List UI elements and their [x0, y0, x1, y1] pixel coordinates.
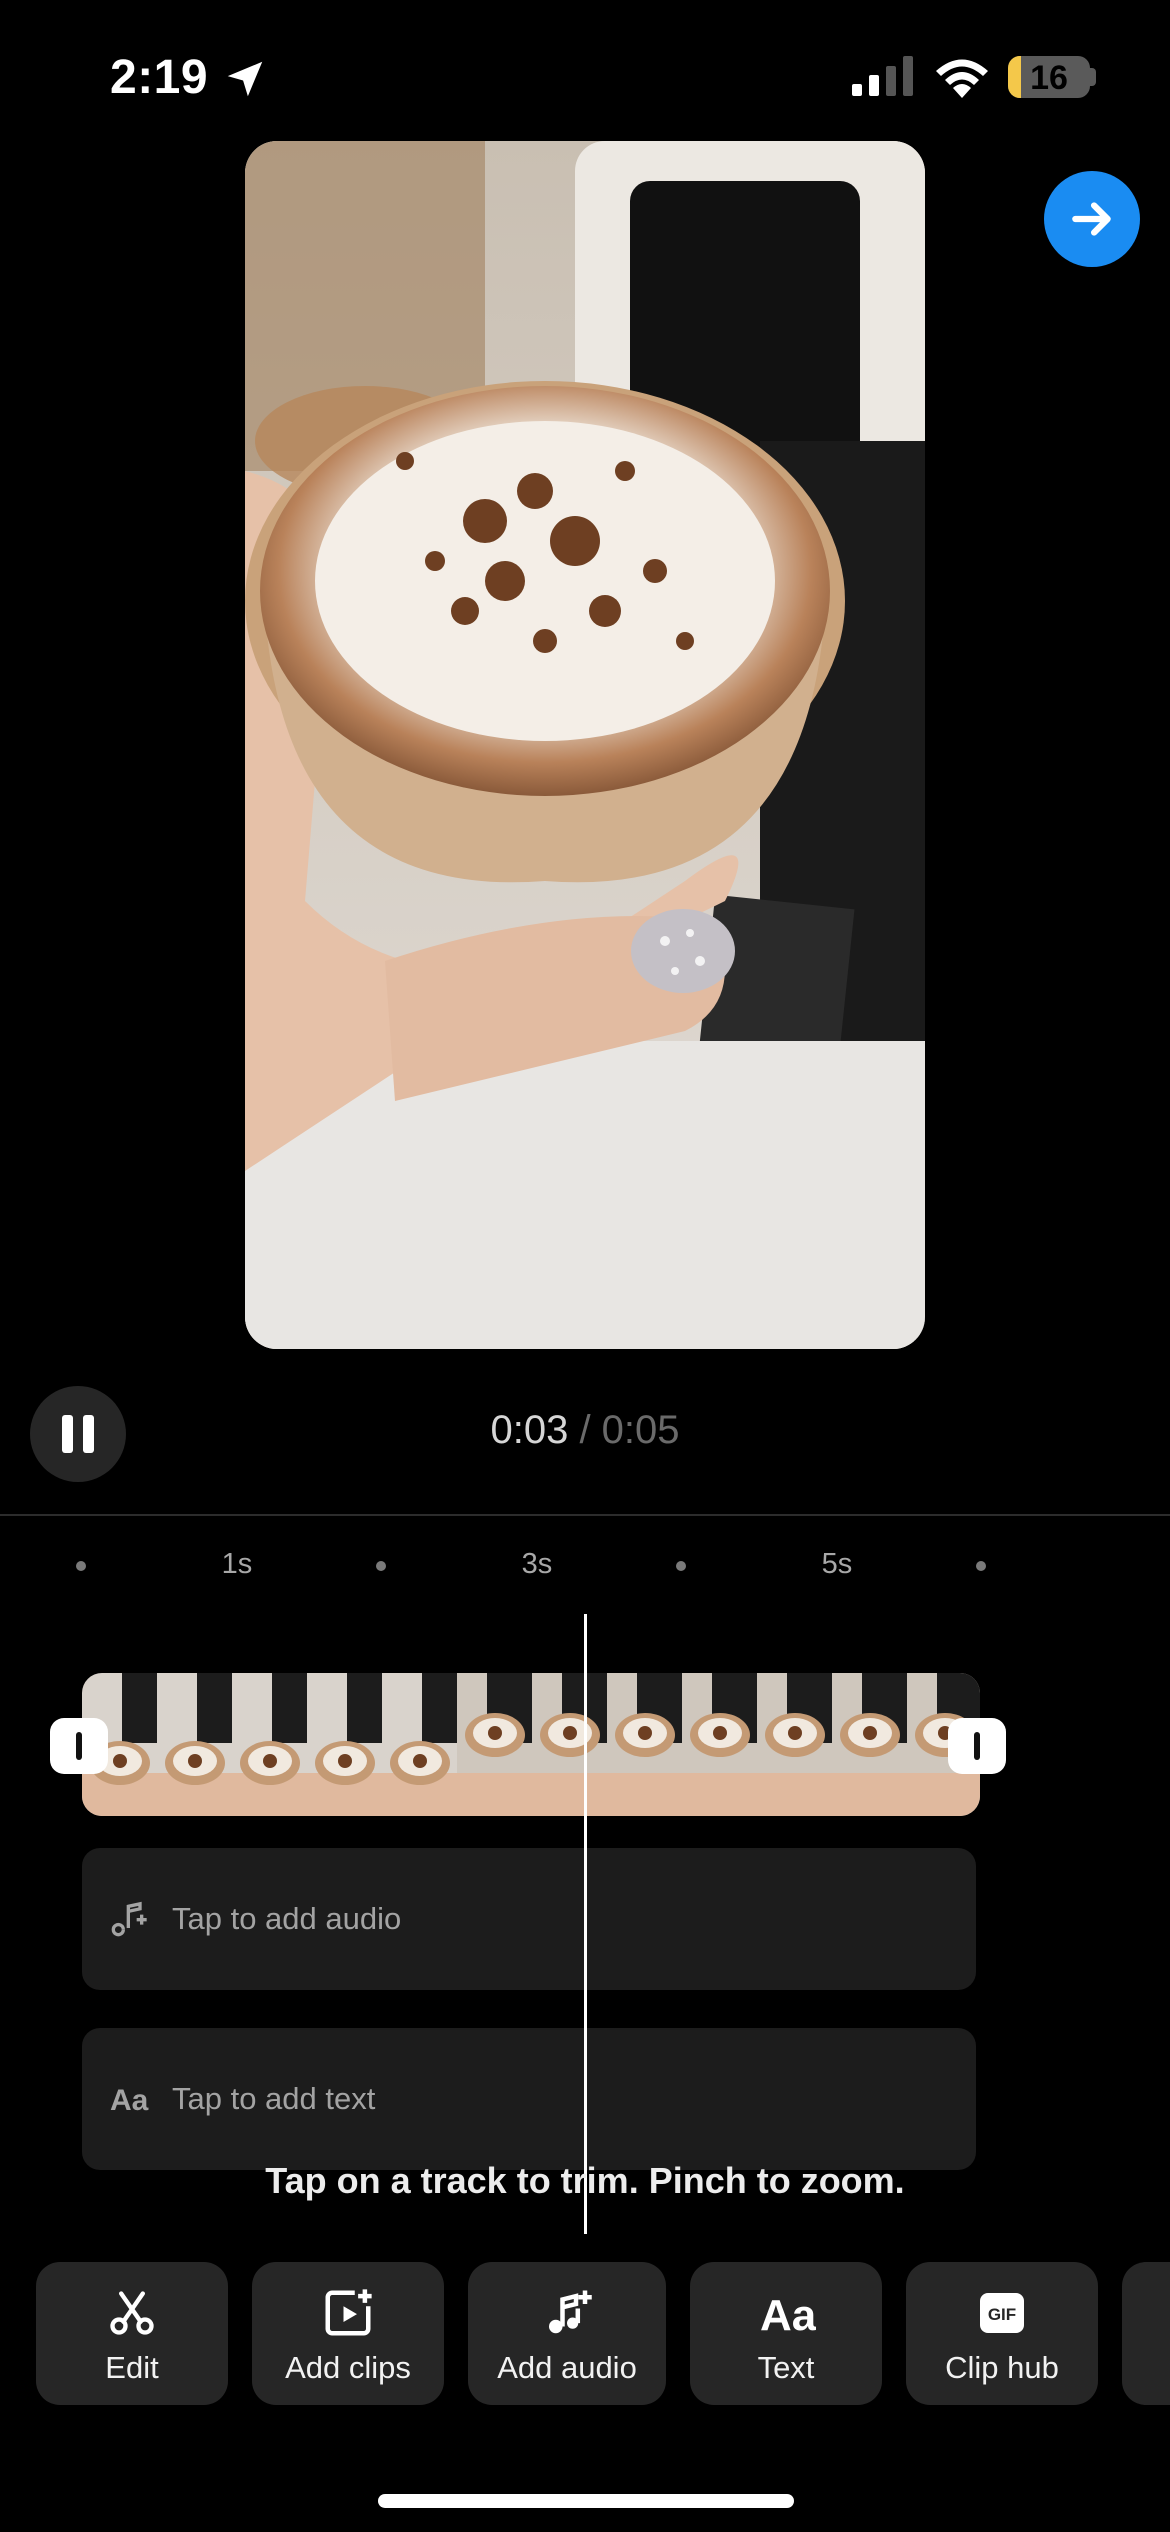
add-clips-label: Add clips: [285, 2350, 411, 2385]
audio-track[interactable]: Tap to add audio: [82, 1848, 976, 1990]
clip-thumbnail-frame: [607, 1673, 683, 1816]
more-tool-button[interactable]: [1122, 2262, 1170, 2405]
next-button[interactable]: [1044, 171, 1140, 267]
ruler-label-5s: 5s: [821, 1548, 853, 1580]
battery-icon: 16: [1008, 56, 1090, 98]
video-preview[interactable]: [245, 141, 925, 1349]
ruler-label-3s: 3s: [521, 1548, 553, 1580]
home-indicator: [378, 2494, 794, 2508]
audio-track-placeholder: Tap to add audio: [172, 1901, 402, 1936]
battery-nub: [1090, 68, 1096, 86]
ruler-dot: [376, 1561, 386, 1571]
ruler-label-1s: 1s: [221, 1548, 253, 1580]
svg-text:Aa: Aa: [760, 2291, 816, 2340]
gif-icon: GIF: [980, 2293, 1024, 2333]
text-track-placeholder: Tap to add text: [172, 2081, 376, 2116]
add-audio-button[interactable]: Add audio: [468, 2262, 666, 2405]
wifi-icon: [936, 59, 988, 98]
clip-thumbnail-frame: [382, 1673, 458, 1816]
playhead[interactable]: [584, 1614, 587, 2234]
add-audio-label: Add audio: [497, 2350, 637, 2385]
playback-time: 0:03 / 0:05: [0, 1408, 1170, 1453]
clip-thumbnail-frame: [307, 1673, 383, 1816]
battery-level: 16: [1030, 59, 1068, 97]
video-frame-image: [245, 141, 925, 1349]
add-music-icon: [549, 2290, 592, 2334]
clip-thumbnail-frame: [232, 1673, 308, 1816]
clip-thumbnail-frame: [757, 1673, 833, 1816]
text-button[interactable]: Aa Text: [690, 2262, 882, 2405]
ruler-dot: [976, 1561, 986, 1571]
text-aa-icon: Aa: [110, 2084, 149, 2117]
timeline-divider: [0, 1514, 1170, 1516]
hint-text: Tap on a track to trim. Pinch to zoom.: [265, 2160, 905, 2201]
add-clip-icon: [325, 2289, 372, 2336]
edit-button[interactable]: Edit: [36, 2262, 228, 2405]
text-aa-icon: Aa: [760, 2291, 816, 2340]
trim-handle-right[interactable]: [948, 1718, 1006, 1774]
status-time: 2:19: [110, 51, 209, 104]
arrow-right-icon: [1072, 202, 1111, 236]
add-clips-button[interactable]: Add clips: [252, 2262, 444, 2405]
time-separator: /: [568, 1408, 602, 1452]
text-track[interactable]: Aa Tap to add text: [82, 2028, 976, 2170]
video-clip-track[interactable]: [82, 1673, 980, 1816]
clip-hub-label: Clip hub: [945, 2350, 1059, 2385]
clip-thumbnail-frame: [157, 1673, 233, 1816]
location-arrow-icon: [227, 61, 263, 97]
clip-hub-button[interactable]: GIF Clip hub: [906, 2262, 1098, 2405]
clip-thumbnail-frame: [532, 1673, 608, 1816]
trim-handle-left[interactable]: [50, 1718, 108, 1774]
ruler-dot: [676, 1561, 686, 1571]
ruler-dot: [76, 1561, 86, 1571]
svg-text:GIF: GIF: [988, 2305, 1016, 2324]
text-label: Text: [757, 2350, 815, 2385]
clip-thumbnail-frame: [682, 1673, 758, 1816]
scissors-icon: [110, 2291, 154, 2335]
total-duration: 0:05: [601, 1408, 680, 1452]
music-note-add-icon: [111, 1901, 147, 1937]
current-time: 0:03: [490, 1408, 569, 1452]
clip-thumbnail-frame: [457, 1673, 533, 1816]
edit-label: Edit: [105, 2350, 159, 2385]
signal-icon: [852, 56, 913, 96]
clip-thumbnail-frame: [832, 1673, 908, 1816]
svg-text:Aa: Aa: [110, 2084, 149, 2117]
